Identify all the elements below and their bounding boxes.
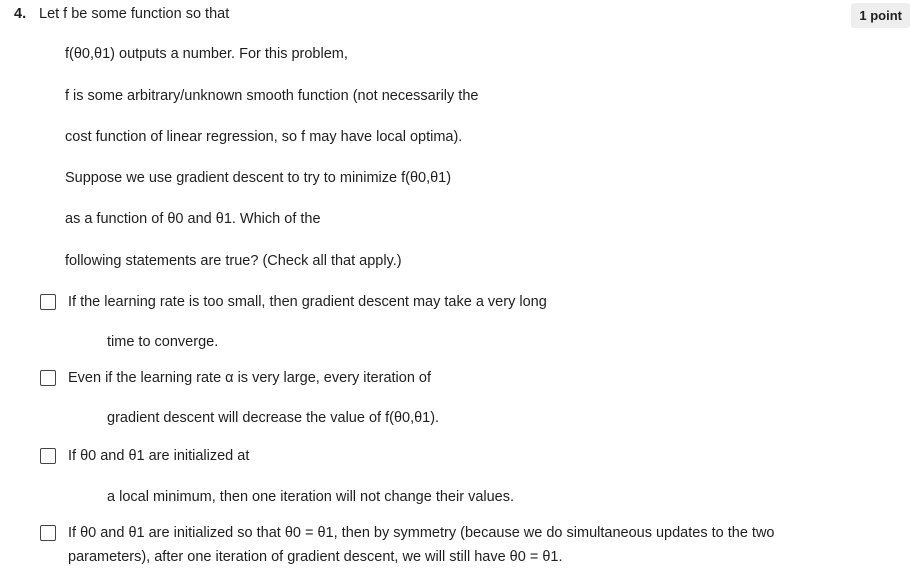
option-4-label[interactable]: If θ0 and θ1 are initialized so that θ0 … (68, 521, 798, 569)
question-stem-line: f(θ0,θ1) outputs a number. For this prob… (65, 46, 348, 62)
question-number: 4. (14, 6, 27, 22)
option-2-label-continued[interactable]: gradient descent will decrease the value… (107, 410, 439, 426)
question-header: Let f be some function so that (39, 6, 230, 22)
option-3-label-continued[interactable]: a local minimum, then one iteration will… (107, 489, 514, 505)
option-2-label[interactable]: Even if the learning rate α is very larg… (68, 370, 431, 386)
question-stem-line: following statements are true? (Check al… (65, 253, 402, 269)
option-1-label[interactable]: If the learning rate is too small, then … (68, 294, 547, 310)
option-3-checkbox[interactable] (40, 448, 56, 464)
points-badge: 1 point (851, 3, 910, 28)
question-stem-line: f is some arbitrary/unknown smooth funct… (65, 88, 479, 104)
option-4-checkbox[interactable] (40, 525, 56, 541)
question-stem-line: Suppose we use gradient descent to try t… (65, 170, 452, 186)
option-3-label[interactable]: If θ0 and θ1 are initialized at (68, 448, 249, 464)
option-2-checkbox[interactable] (40, 370, 56, 386)
question-stem-line: cost function of linear regression, so f… (65, 129, 463, 145)
question-stem-line: as a function of θ0 and θ1. Which of the (65, 211, 321, 227)
option-1-label-continued[interactable]: time to converge. (107, 334, 218, 350)
option-1-checkbox[interactable] (40, 294, 56, 310)
